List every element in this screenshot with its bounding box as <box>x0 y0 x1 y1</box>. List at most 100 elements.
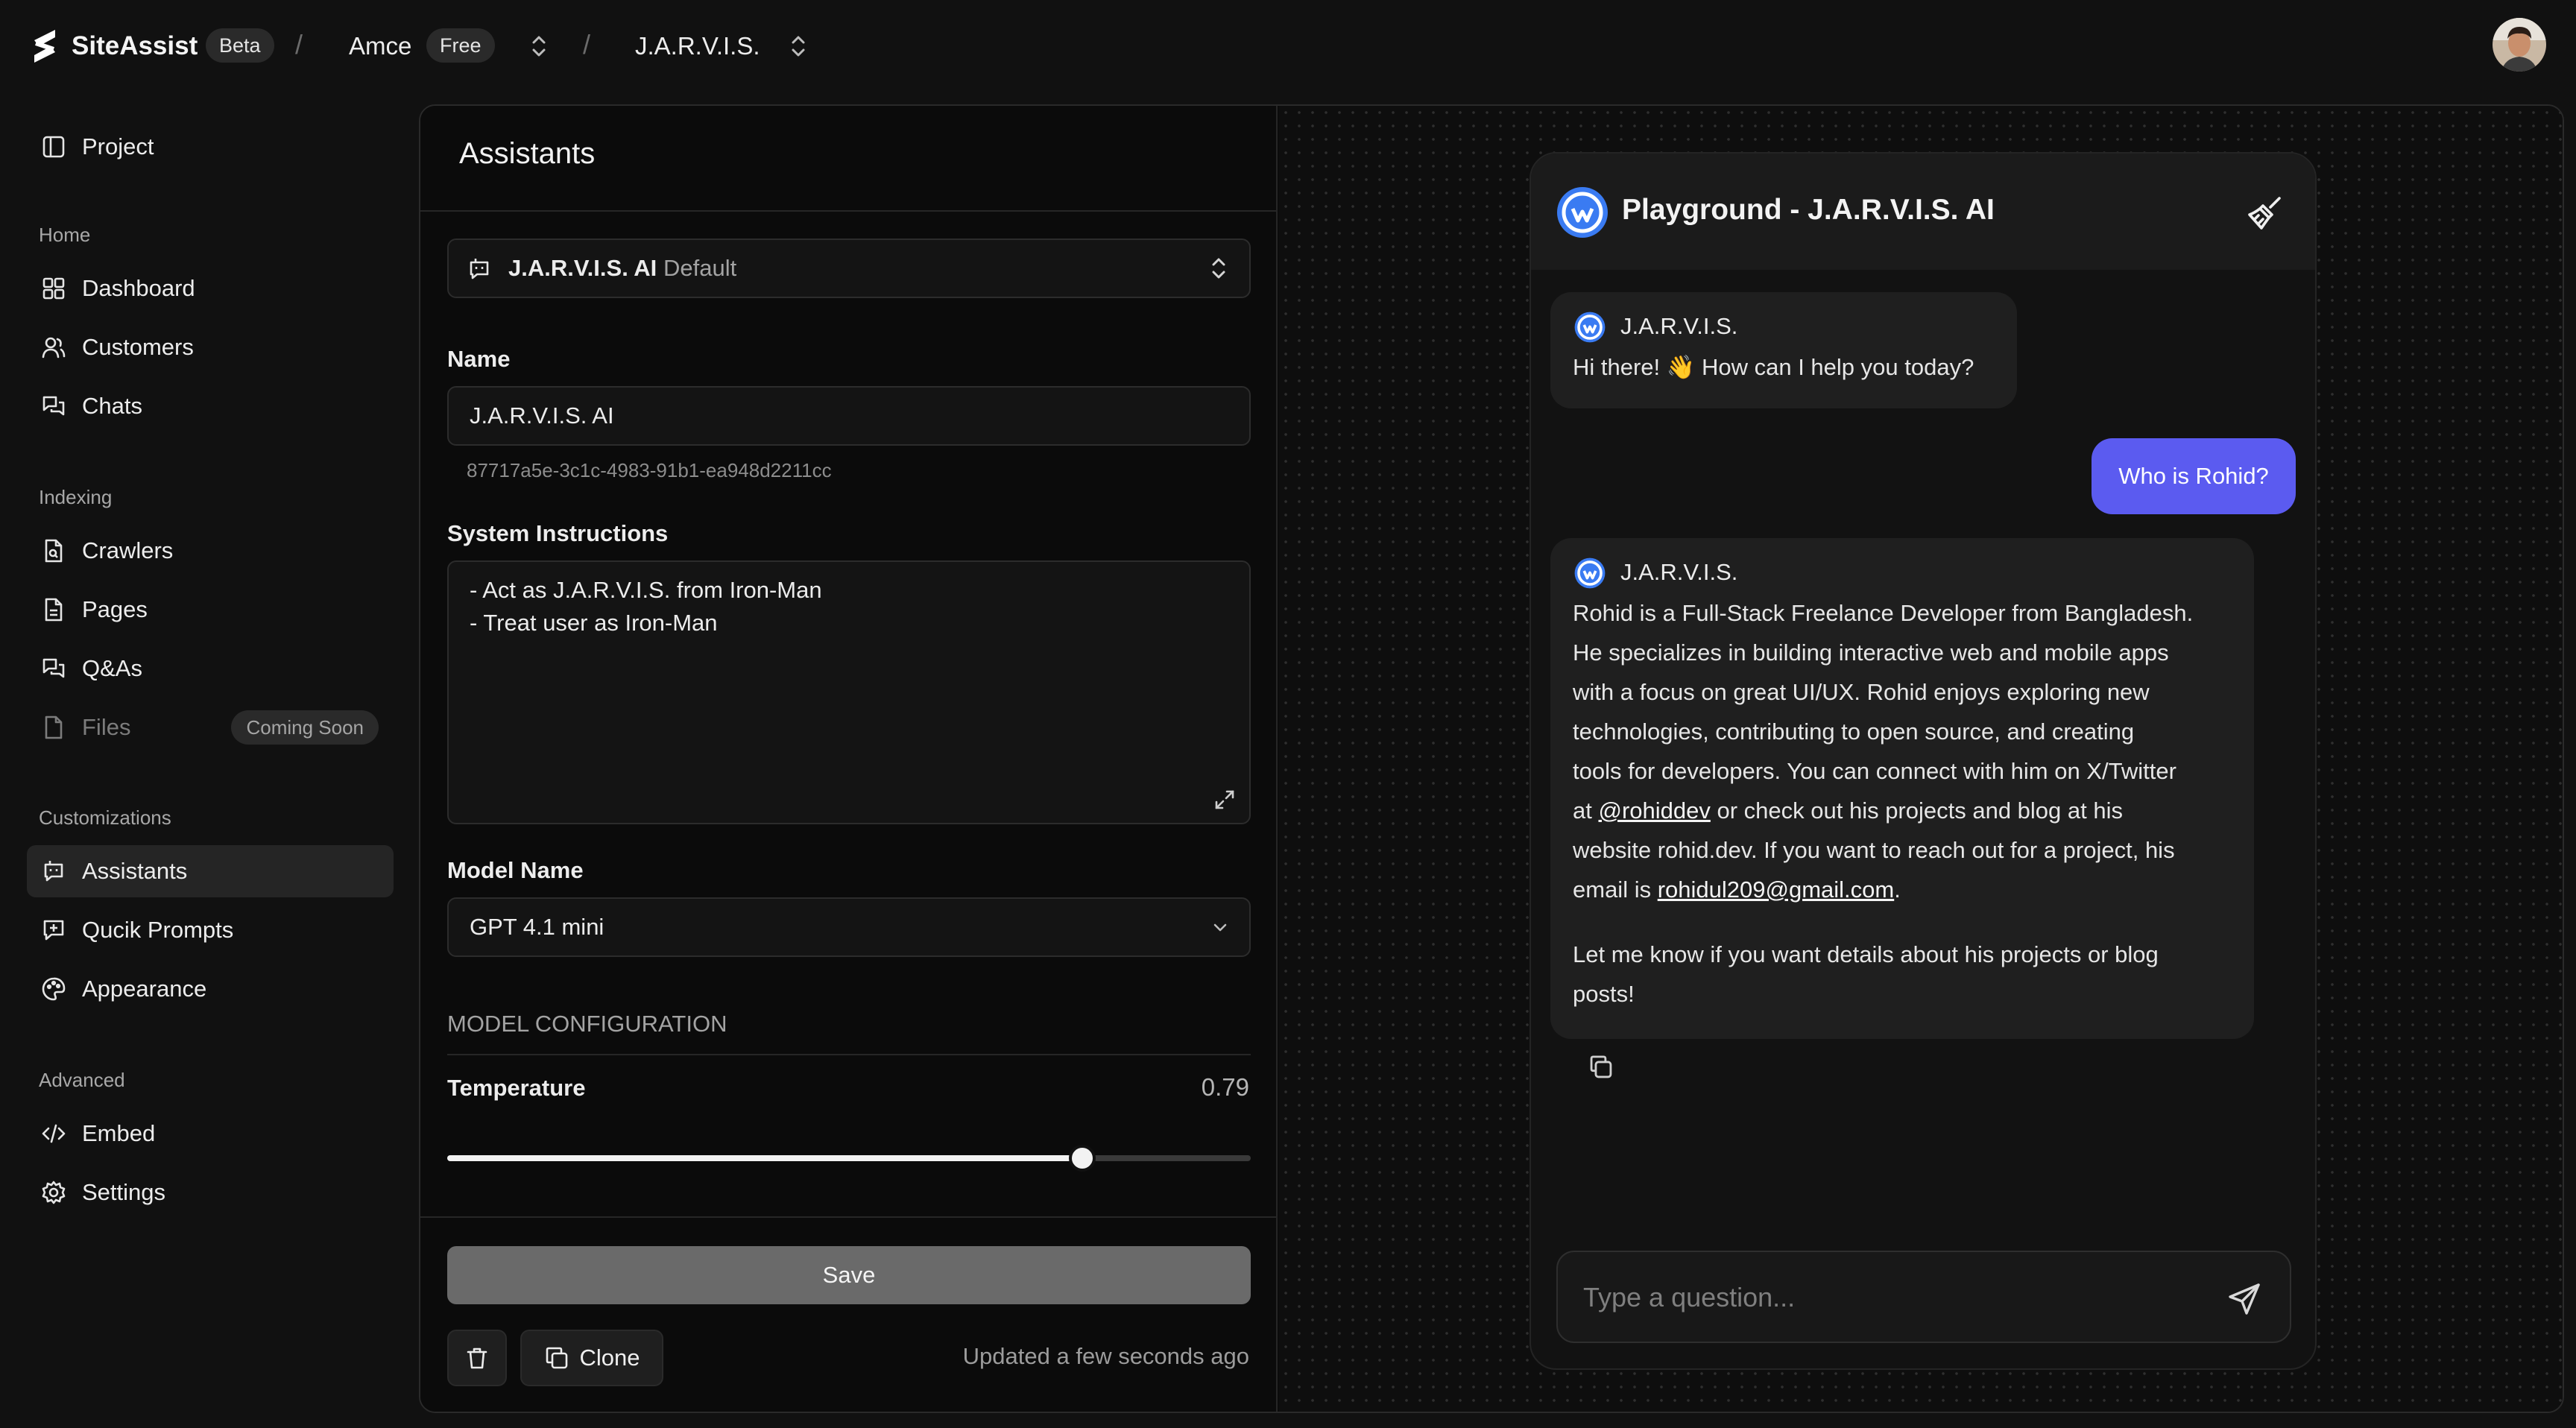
bot-message-text: Hi there! 👋 How can I help you today? <box>1573 354 1974 380</box>
reply-line: posts! <box>1573 981 1635 1007</box>
sidebar-item-label: Qucik Prompts <box>82 917 234 943</box>
sidebar-item-customers[interactable]: Customers <box>27 321 394 373</box>
assistant-selector[interactable]: J.A.R.V.I.S. AI Default <box>447 238 1251 298</box>
sidebar-item-label: Crawlers <box>82 537 174 563</box>
name-value: J.A.R.V.I.S. AI <box>470 402 614 429</box>
model-select[interactable]: GPT 4.1 mini <box>447 897 1251 957</box>
updated-timestamp: Updated a few seconds ago <box>962 1343 1249 1369</box>
sidebar-item-embed[interactable]: Embed <box>27 1108 394 1160</box>
name-field[interactable]: J.A.R.V.I.S. AI <box>447 386 1251 446</box>
sidebar-item-label: Dashboard <box>82 275 195 301</box>
save-button[interactable]: Save <box>447 1246 1251 1304</box>
sidebar-item-appearance[interactable]: Appearance <box>27 963 394 1015</box>
reply-line: website rohid.dev. If you want to reach … <box>1573 837 2175 863</box>
sidebar-item-quick-prompts[interactable]: Qucik Prompts <box>27 904 394 956</box>
file-text-icon <box>40 596 67 623</box>
sidebar-item-crawlers[interactable]: Crawlers <box>27 525 394 577</box>
sidebar-item-chats[interactable]: Chats <box>27 380 394 432</box>
slider-fill <box>447 1155 1082 1161</box>
siteassist-logo-icon[interactable] <box>30 27 60 66</box>
message-plus-icon <box>40 917 67 944</box>
system-instructions-textarea[interactable]: - Act as J.A.R.V.I.S. from Iron-Man - Tr… <box>447 560 1251 824</box>
sidebar-item-label: Project <box>82 133 154 159</box>
default-tag: Default <box>663 255 737 281</box>
reply-text: at <box>1573 797 1599 824</box>
breadcrumb-separator: / <box>583 29 591 60</box>
dashboard-grid-icon <box>40 275 67 302</box>
chats-icon <box>40 393 67 420</box>
model-value: GPT 4.1 mini <box>470 914 604 940</box>
bot-message: J.A.R.V.I.S. Hi there! 👋 How can I help … <box>1550 292 2017 408</box>
sidebar-panel-icon <box>40 133 67 160</box>
temperature-label: Temperature <box>447 1075 586 1101</box>
sidebar-item-dashboard[interactable]: Dashboard <box>27 262 394 315</box>
assistant-config-panel: Assistants J.A.R.V.I.S. AI Default Name … <box>420 106 1278 1412</box>
reply-line: He specializes in building interactive w… <box>1573 639 2169 666</box>
sidebar: Project Home Dashboard Customers Chats I… <box>0 104 417 1428</box>
sidebar-item-files: Files Coming Soon <box>27 701 394 754</box>
plan-badge: Free <box>426 28 495 63</box>
users-icon <box>40 334 67 361</box>
bot-name: J.A.R.V.I.S. <box>1620 559 1738 585</box>
sidebar-item-label: Pages <box>82 596 148 622</box>
email-link[interactable]: rohidul209@gmail.com <box>1658 876 1895 903</box>
slider-thumb[interactable] <box>1068 1145 1096 1172</box>
sidebar-item-label: Customers <box>82 334 194 360</box>
reply-line: at @rohiddev or check out his projects a… <box>1573 791 2123 830</box>
selected-assistant-name: J.A.R.V.I.S. AI <box>508 255 657 281</box>
coming-soon-badge: Coming Soon <box>231 710 379 745</box>
sidebar-item-pages[interactable]: Pages <box>27 584 394 636</box>
copy-icon <box>544 1345 569 1371</box>
reply-text: . <box>1894 876 1901 903</box>
org-switcher-chevron-icon[interactable] <box>526 33 552 60</box>
sidebar-item-settings[interactable]: Settings <box>27 1166 394 1219</box>
copy-message-icon[interactable] <box>1586 1052 1616 1082</box>
sidebar-item-qas[interactable]: Q&As <box>27 642 394 695</box>
playground-header: Playground - J.A.R.V.I.S. AI <box>1531 154 2315 270</box>
chat-question-input[interactable] <box>1583 1279 2194 1316</box>
expand-icon[interactable] <box>1212 787 1237 812</box>
beta-badge: Beta <box>206 28 274 63</box>
sidebar-item-project[interactable]: Project <box>27 121 394 173</box>
trash-icon <box>464 1345 490 1371</box>
section-indexing: Indexing <box>39 486 113 508</box>
clone-button[interactable]: Clone <box>520 1330 663 1386</box>
playground-area: Playground - J.A.R.V.I.S. AI J.A.R.V.I.S… <box>1279 106 2563 1412</box>
delete-button[interactable] <box>447 1330 507 1386</box>
section-advanced: Advanced <box>39 1069 125 1091</box>
user-message: Who is Rohid? <box>2092 438 2296 514</box>
bot-message-icon <box>40 858 67 885</box>
bot-avatar-icon <box>1574 312 1606 343</box>
sidebar-item-label: Embed <box>82 1120 156 1146</box>
qa-chat-icon <box>40 655 67 682</box>
sidebar-item-assistants[interactable]: Assistants <box>27 845 394 897</box>
reply-text: or check out his projects and blog at hi… <box>1710 797 2124 824</box>
reply-line: Rohid is a Full-Stack Freelance Develope… <box>1573 600 2194 626</box>
sidebar-item-label: Assistants <box>82 858 188 884</box>
bot-message: J.A.R.V.I.S. Rohid is a Full-Stack Freel… <box>1550 538 2254 1039</box>
breadcrumb-separator: / <box>295 29 303 60</box>
reply-line: Let me know if you want details about hi… <box>1573 941 2159 967</box>
chevron-down-icon <box>1209 917 1231 939</box>
gear-icon <box>40 1179 67 1206</box>
project-switcher-chevron-icon[interactable] <box>786 33 811 60</box>
divider <box>420 210 1278 212</box>
divider <box>447 1054 1251 1055</box>
temperature-slider[interactable] <box>447 1140 1251 1176</box>
divider <box>420 1216 1278 1218</box>
bot-avatar-icon <box>1574 557 1606 589</box>
playground-card: Playground - J.A.R.V.I.S. AI J.A.R.V.I.S… <box>1530 152 2317 1370</box>
bot-avatar-icon <box>1556 186 1609 238</box>
file-icon <box>40 714 67 741</box>
model-configuration-heading: MODEL CONFIGURATION <box>447 1011 727 1037</box>
instruction-line: - Act as J.A.R.V.I.S. from Iron-Man <box>470 577 822 603</box>
section-customizations: Customizations <box>39 806 171 829</box>
send-icon[interactable] <box>2227 1280 2263 1316</box>
user-avatar[interactable] <box>2493 18 2546 72</box>
brand-name[interactable]: SiteAssist <box>72 28 198 64</box>
twitter-handle-link[interactable]: @rohiddev <box>1598 797 1710 824</box>
sidebar-item-label: Files <box>82 714 131 740</box>
brush-clear-icon[interactable] <box>2244 192 2285 234</box>
project-name[interactable]: J.A.R.V.I.S. <box>635 28 760 64</box>
org-name[interactable]: Amce <box>349 28 411 64</box>
